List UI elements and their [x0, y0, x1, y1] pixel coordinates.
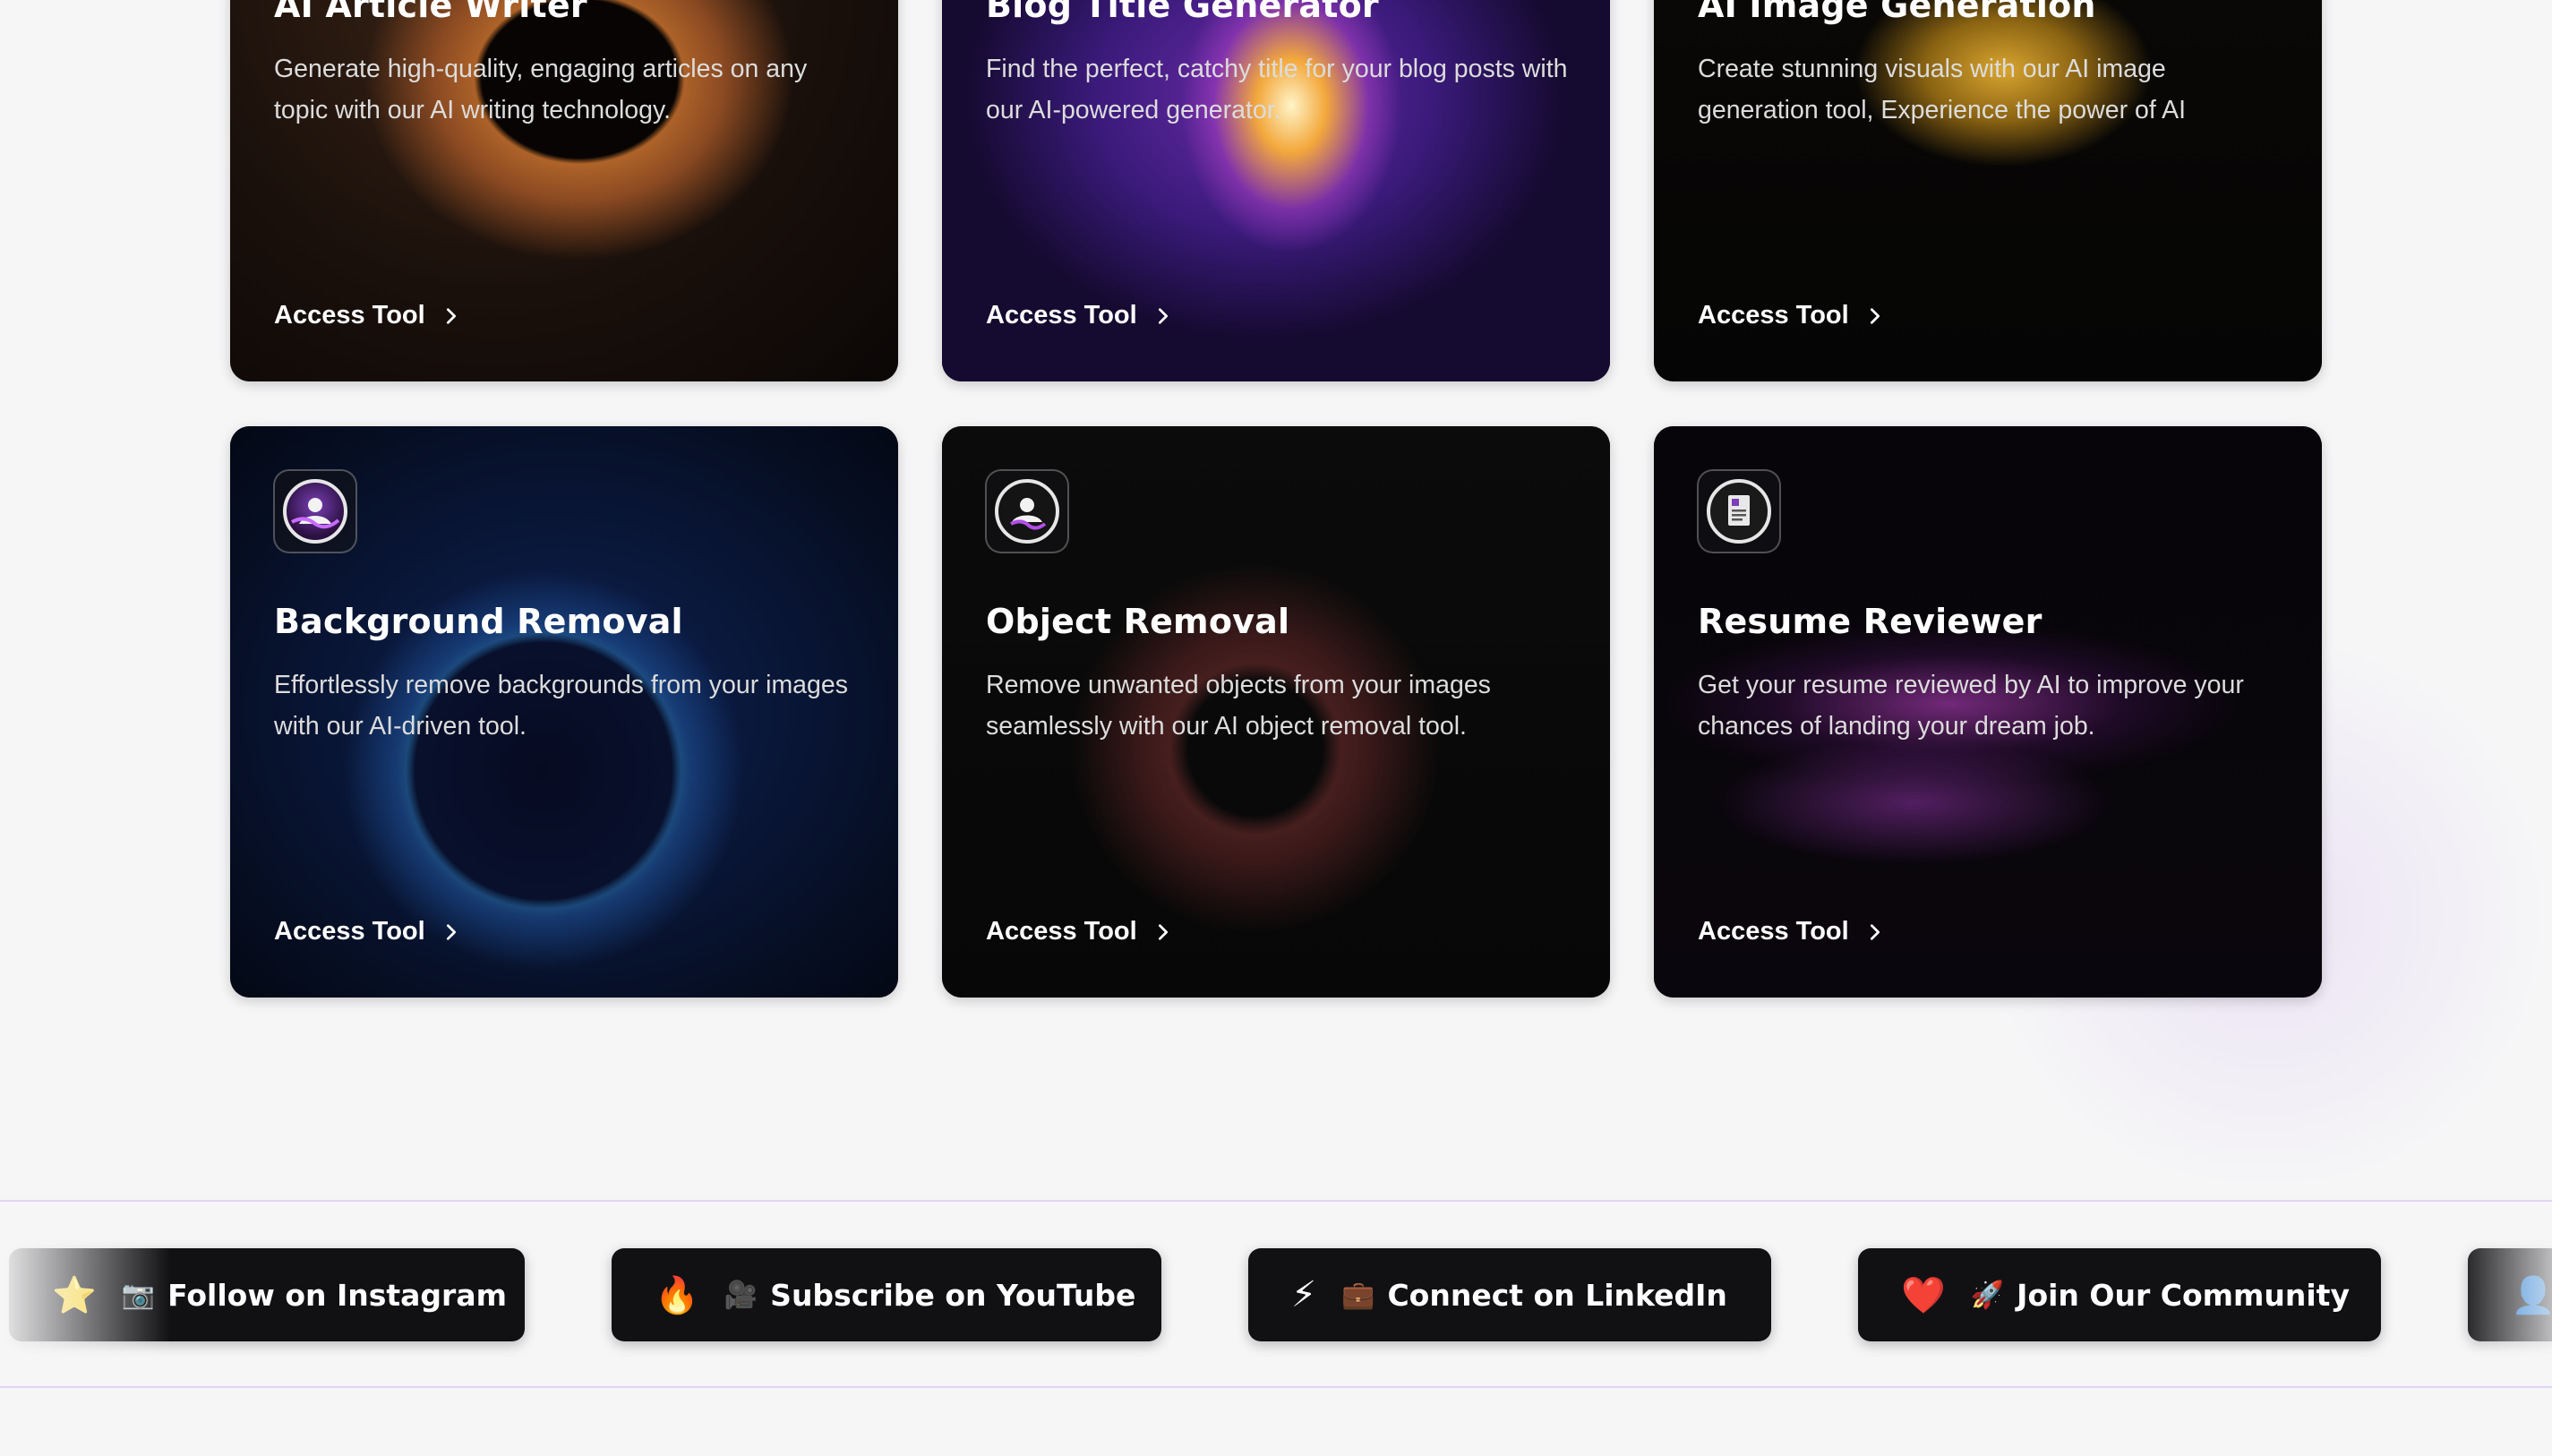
access-tool-link[interactable]: Access Tool	[274, 917, 461, 946]
pill-label: Connect on LinkedIn	[1387, 1277, 1727, 1313]
pill-label: Subscribe on YouTube	[770, 1277, 1136, 1313]
follow-instagram-button[interactable]: ⭐ 📷 Follow on Instagram	[9, 1248, 525, 1341]
access-tool-label: Access Tool	[1698, 917, 1849, 946]
lightning-icon: ⚡	[1291, 1274, 1317, 1315]
resume-icon	[1707, 479, 1771, 544]
access-tool-label: Access Tool	[1698, 301, 1849, 330]
subscribe-youtube-button[interactable]: 🔥 🎥 Subscribe on YouTube	[612, 1248, 1161, 1341]
object-removal-icon	[995, 479, 1059, 544]
page: AI Article Writer Generate high-quality,…	[0, 0, 2552, 1456]
card-description: Generate high-quality, engaging articles…	[274, 55, 808, 124]
tool-icon-frame	[273, 469, 357, 553]
chevron-right-icon	[1158, 307, 1168, 324]
access-tool-label: Access Tool	[274, 917, 425, 946]
chevron-right-icon	[1870, 307, 1880, 324]
briefcase-icon: 💼	[1341, 1279, 1375, 1311]
card-description: Effortlessly remove backgrounds from you…	[274, 671, 848, 741]
video-camera-icon: 🎥	[724, 1279, 758, 1311]
chevron-right-icon	[1158, 923, 1168, 940]
tool-card-ai-image-generation: AI Image Generation Create stunning visu…	[1654, 0, 2322, 381]
access-tool-label: Access Tool	[986, 917, 1137, 946]
access-tool-label: Access Tool	[986, 301, 1137, 330]
card-description: Remove unwanted objects from your images…	[986, 671, 1491, 741]
partial-pill-button[interactable]: 👤	[2468, 1248, 2552, 1341]
card-title: Object Removal	[986, 602, 1290, 641]
chevron-right-icon	[446, 307, 456, 324]
card-title: Blog Title Generator	[986, 0, 1379, 25]
card-description: Find the perfect, catchy title for your …	[986, 55, 1568, 124]
tool-icon-frame	[985, 469, 1069, 553]
chevron-right-icon	[1870, 923, 1880, 940]
rocket-icon: 🚀	[1970, 1279, 2005, 1311]
social-marquee: ⭐ 📷 Follow on Instagram 🔥 🎥 Subscribe on…	[0, 1200, 2552, 1388]
star-icon: ⭐	[52, 1274, 97, 1316]
tool-card-resume-reviewer: Resume Reviewer Get your resume reviewed…	[1654, 426, 2322, 998]
card-title: AI Article Writer	[274, 0, 587, 25]
access-tool-link[interactable]: Access Tool	[1698, 917, 1885, 946]
access-tool-link[interactable]: Access Tool	[1698, 301, 1885, 330]
access-tool-link[interactable]: Access Tool	[986, 917, 1173, 946]
card-title: Resume Reviewer	[1698, 602, 2042, 641]
card-title: Background Removal	[274, 602, 683, 641]
user-icon: 👤	[2511, 1274, 2552, 1316]
join-community-button[interactable]: ❤️ 🚀 Join Our Community	[1858, 1248, 2381, 1341]
card-description: Get your resume reviewed by AI to improv…	[1698, 671, 2244, 741]
tool-card-blog-title-generator: Blog Title Generator Find the perfect, c…	[942, 0, 1610, 381]
tool-card-object-removal: Object Removal Remove unwanted objects f…	[942, 426, 1610, 998]
fire-icon: 🔥	[655, 1274, 699, 1316]
access-tool-label: Access Tool	[274, 301, 425, 330]
pill-label: Follow on Instagram	[167, 1277, 507, 1313]
chevron-right-icon	[446, 923, 456, 940]
camera-icon: 📷	[121, 1279, 156, 1311]
tool-card-ai-article-writer: AI Article Writer Generate high-quality,…	[230, 0, 898, 381]
background-removal-icon	[283, 479, 347, 544]
tool-icon-frame	[1697, 469, 1781, 553]
access-tool-link[interactable]: Access Tool	[986, 301, 1173, 330]
access-tool-link[interactable]: Access Tool	[274, 301, 461, 330]
tool-card-background-removal: Background Removal Effortlessly remove b…	[230, 426, 898, 998]
pill-label: Join Our Community	[2017, 1277, 2350, 1313]
heart-icon: ❤️	[1901, 1274, 1946, 1316]
connect-linkedin-button[interactable]: ⚡ 💼 Connect on LinkedIn	[1248, 1248, 1771, 1341]
card-description: Create stunning visuals with our AI imag…	[1698, 55, 2187, 124]
card-title: AI Image Generation	[1698, 0, 2096, 25]
